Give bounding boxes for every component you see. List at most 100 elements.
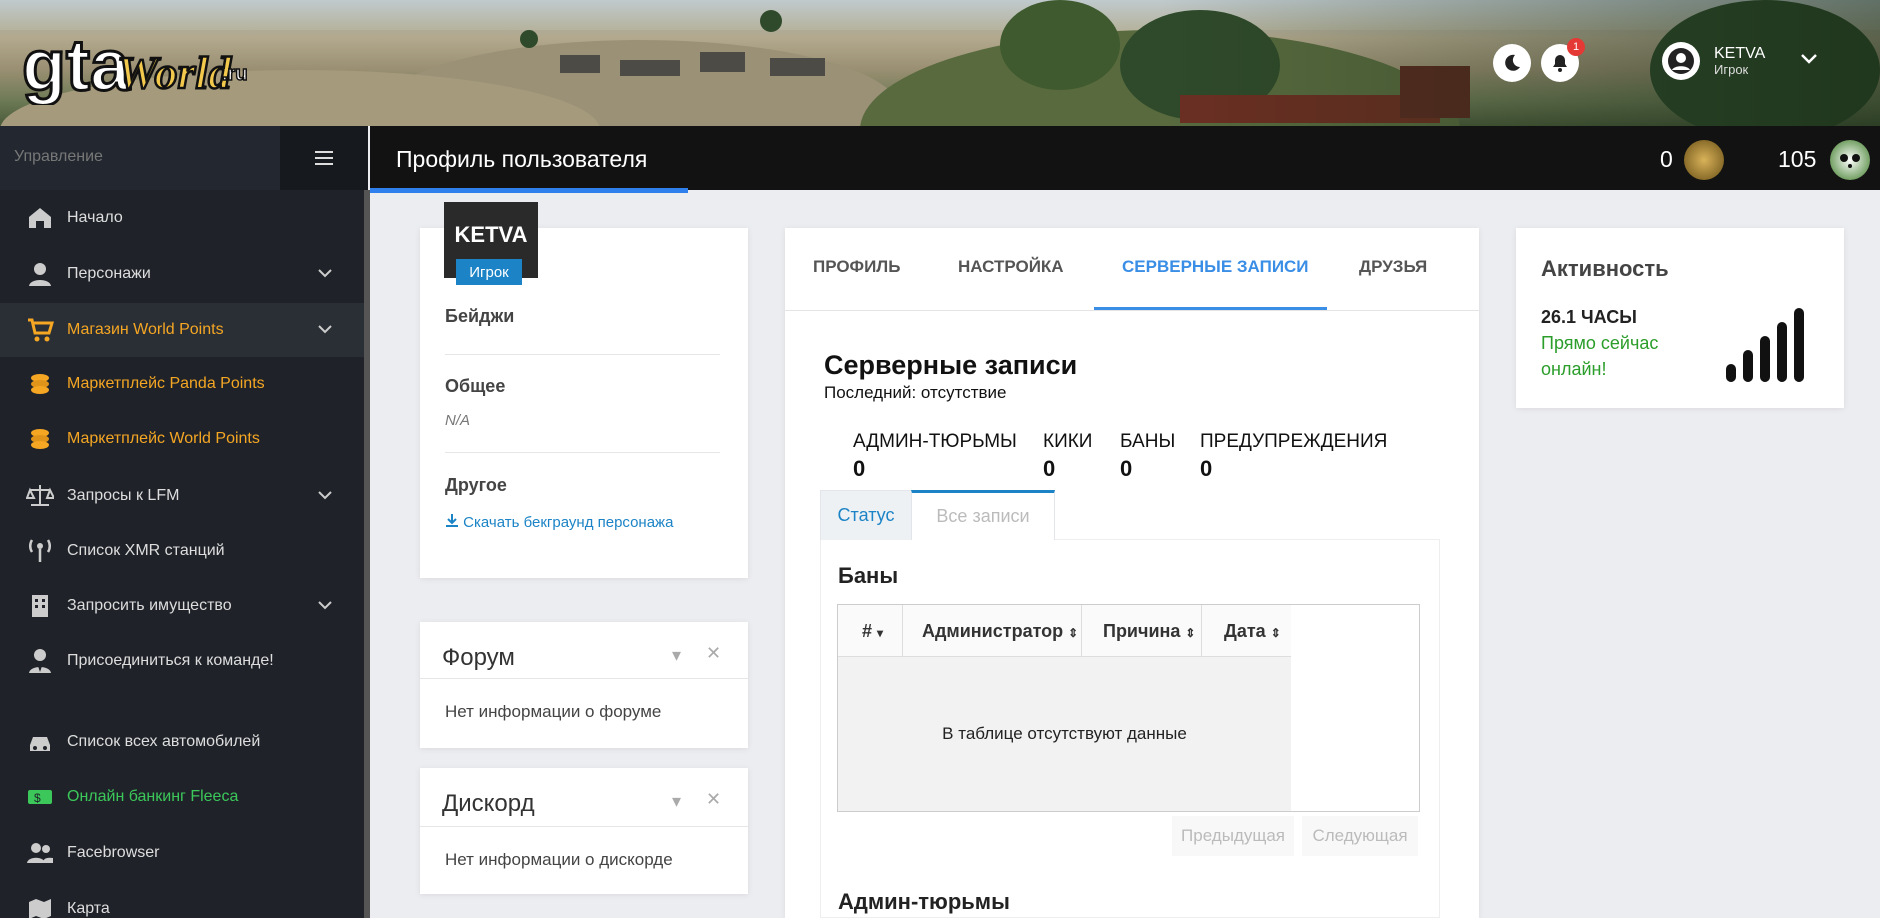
col-date-label: Дата [1224, 621, 1266, 641]
topbar-accent [370, 188, 688, 193]
caret-down-icon[interactable]: ▾ [672, 791, 681, 812]
prev-page-button[interactable]: Предыдущая [1172, 816, 1294, 856]
user-icon [26, 260, 54, 288]
panda-points-count: 105 [1778, 146, 1817, 172]
sidebar-item[interactable]: Персонажи [0, 247, 364, 301]
sidebar-item[interactable]: Начало [0, 191, 364, 245]
discord-body: Нет информации о дискорде [445, 850, 673, 869]
sidebar-item[interactable]: Маркетплейс Panda Points [0, 357, 364, 411]
avatar [1662, 42, 1700, 80]
signal-bar [1760, 336, 1770, 382]
sidebar-item-label: Список всех автомобилей [67, 733, 261, 750]
sort-icon: ⇕ [1185, 626, 1196, 640]
antenna-icon [26, 537, 54, 565]
map-icon [26, 895, 54, 918]
sort-desc-icon: ▾ [877, 626, 884, 640]
users-icon [26, 839, 54, 867]
sidebar-item-label: Персонажи [67, 265, 151, 282]
table-empty-message: В таблице отсутствуют данные [942, 724, 1187, 743]
divider [1201, 605, 1202, 657]
sidebar-item[interactable]: Карта [0, 882, 364, 918]
tab-profile[interactable]: ПРОФИЛЬ [813, 257, 900, 277]
sort-icon: ⇕ [1068, 626, 1079, 640]
sidebar-item-label: Карта [67, 900, 110, 917]
forum-body: Нет информации о форуме [445, 702, 662, 721]
badges-title: Бейджи [445, 306, 515, 326]
money-icon: $ [26, 783, 54, 811]
notification-badge: 1 [1567, 38, 1585, 56]
tab-settings[interactable]: НАСТРОЙКА [958, 257, 1064, 277]
signal-bar [1794, 308, 1804, 382]
subtab-status[interactable]: Статус [820, 490, 912, 540]
sidebar-scrollbar[interactable] [364, 190, 370, 918]
tabs-divider [785, 310, 1479, 311]
col-reason[interactable]: Причина ⇕ [1103, 621, 1195, 642]
online-status: Прямо сейчас онлайн! [1541, 333, 1659, 379]
caret-down-icon[interactable]: ▾ [672, 645, 681, 666]
panda-coin-icon [1830, 140, 1870, 180]
header-banner [0, 0, 1880, 126]
close-icon[interactable]: ✕ [706, 789, 721, 810]
sidebar-item[interactable]: Список XMR станций [0, 524, 364, 578]
dark-mode-toggle[interactable] [1493, 44, 1531, 82]
svg-text:.ru: .ru [222, 63, 248, 85]
profile-name: KETVA [454, 222, 528, 247]
sidebar-item-label: Запросить имущество [67, 597, 232, 614]
records-last: Последний: отсутствие [824, 383, 1007, 402]
other-title: Другое [445, 475, 507, 495]
col-date[interactable]: Дата ⇕ [1224, 621, 1281, 642]
sidebar-item-label: Facebrowser [67, 844, 160, 861]
sidebar-item[interactable]: $ Онлайн банкинг Fleeca [0, 770, 364, 824]
sidebar-item[interactable]: Facebrowser [0, 826, 364, 880]
sidebar-header-label: Управление [14, 148, 103, 165]
user-menu[interactable]: KETVA Игрок [1662, 42, 1765, 80]
chevron-down-icon[interactable] [1800, 52, 1818, 70]
next-page-button[interactable]: Следующая [1302, 816, 1418, 856]
tab-friends[interactable]: ДРУЗЬЯ [1359, 257, 1427, 277]
role-badge: Игрок [456, 259, 522, 285]
user-role: Игрок [1714, 61, 1749, 77]
stat-label-warnings: ПРЕДУПРЕЖДЕНИЯ [1200, 431, 1388, 452]
sidebar-item[interactable]: Маркетплейс World Points [0, 412, 364, 466]
menu-toggle-button[interactable] [280, 126, 368, 190]
col-admin[interactable]: Администратор ⇕ [922, 621, 1078, 642]
notifications-button[interactable]: 1 [1541, 38, 1585, 82]
site-logo[interactable]: gta World .ru [21, 20, 252, 108]
close-icon[interactable]: ✕ [706, 643, 721, 664]
stat-value-jails: 0 [853, 456, 866, 481]
general-value: N/A [445, 412, 471, 429]
sidebar-item-label: Онлайн банкинг Fleeca [67, 788, 239, 805]
user-name: KETVA [1714, 44, 1766, 62]
sidebar-item-label: Начало [67, 209, 123, 226]
sidebar-header: Управление [0, 126, 280, 190]
user-tie-icon [26, 647, 54, 675]
stat-label-bans: БАНЫ [1120, 431, 1176, 452]
sidebar-item[interactable]: Запросить имущество [0, 579, 364, 633]
divider [420, 678, 748, 679]
sidebar-item[interactable]: Присоединиться к команде! [0, 634, 364, 688]
download-label: Скачать бекграунд персонажа [463, 514, 674, 531]
home-icon [26, 204, 54, 232]
forum-widget [420, 622, 748, 748]
jails-title: Админ-тюрьмы [838, 889, 1010, 914]
sidebar-item[interactable]: Магазин World Points [0, 303, 364, 357]
stat-label-kicks: КИКИ [1043, 431, 1093, 452]
divider [445, 354, 720, 355]
sidebar-item-label: Список XMR станций [67, 542, 225, 559]
stat-value-bans: 0 [1120, 456, 1133, 481]
signal-strength-icon [1726, 306, 1816, 382]
sidebar-item[interactable]: Запросы к LFM [0, 469, 364, 523]
forum-title: Форум [442, 644, 515, 671]
sidebar-item[interactable]: Список всех автомобилей [0, 715, 364, 769]
col-number[interactable]: # ▾ [862, 621, 883, 642]
divider [1081, 605, 1082, 657]
cart-icon [26, 316, 54, 344]
user-circle-icon [1668, 48, 1694, 74]
subtab-all-records[interactable]: Все записи [911, 490, 1055, 540]
tab-server-records[interactable]: СЕРВЕРНЫЕ ЗАПИСИ [1122, 257, 1309, 277]
col-number-label: # [862, 621, 873, 641]
discord-widget [420, 768, 748, 894]
sidebar-item-label: Запросы к LFM [67, 487, 180, 504]
download-background-link[interactable]: Скачать бекграунд персонажа [445, 513, 673, 531]
divider [420, 826, 748, 827]
